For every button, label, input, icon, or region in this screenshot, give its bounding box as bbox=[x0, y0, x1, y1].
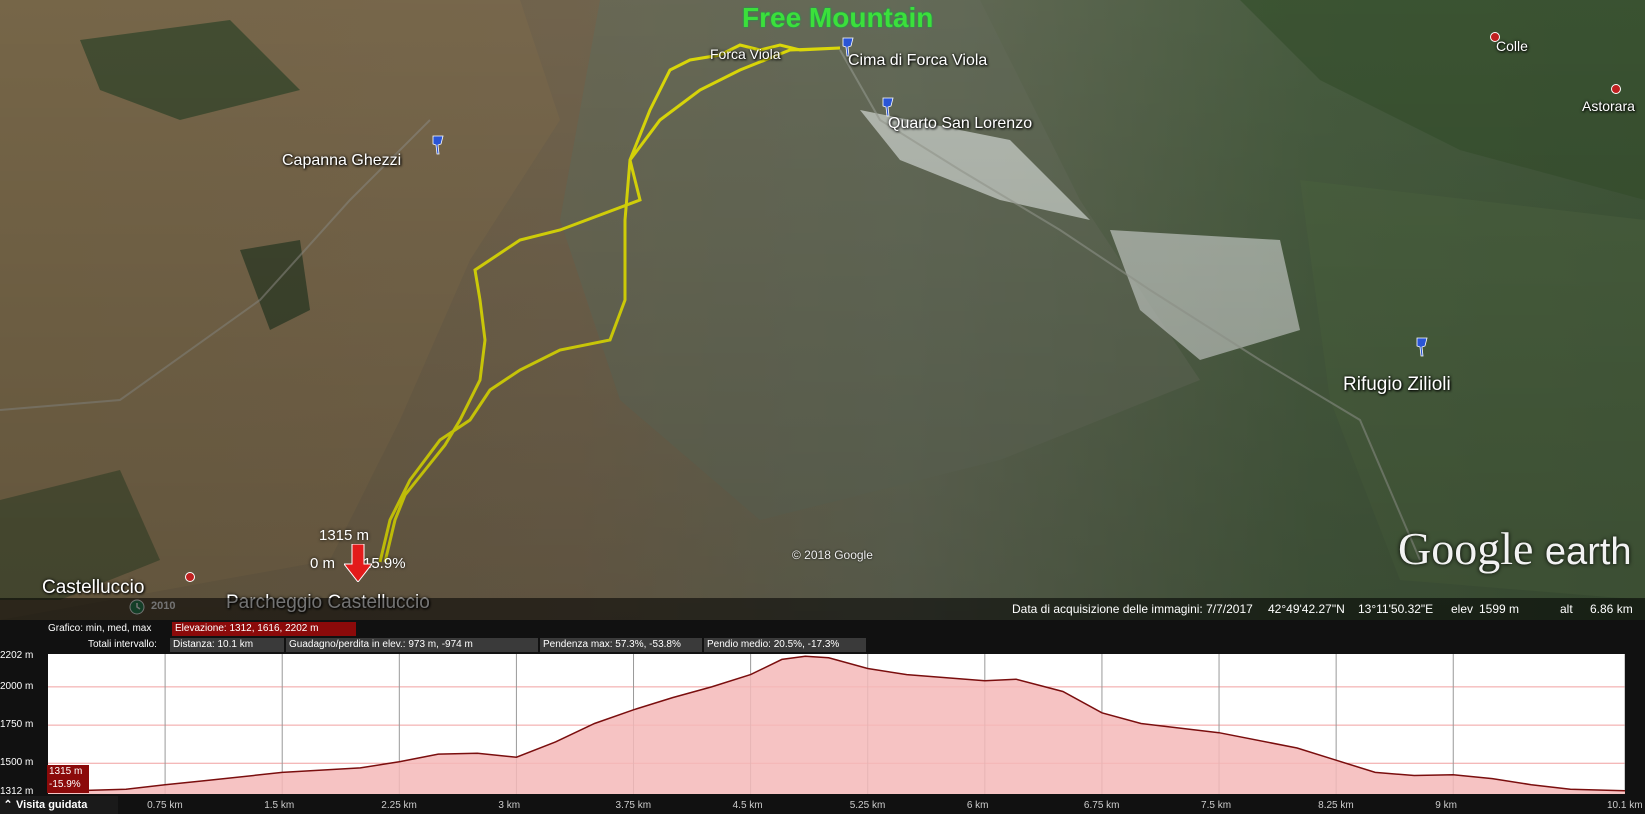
y-tick-label: 2000 m bbox=[0, 680, 34, 692]
placemark-pin-icon[interactable] bbox=[430, 134, 446, 156]
profile-stats: Grafico: min, med, max Elevazione: 1312,… bbox=[0, 620, 1645, 654]
cursor-readout: 1315 m -15.9% bbox=[47, 765, 89, 793]
elevation-chart[interactable] bbox=[48, 654, 1625, 794]
x-tick-label: 6 km bbox=[966, 800, 989, 811]
town-dot-icon bbox=[185, 572, 195, 582]
elevation-profile-panel[interactable]: Grafico: min, med, max Elevazione: 1312,… bbox=[0, 620, 1645, 814]
guided-tour-label: Visita guidata bbox=[16, 799, 88, 811]
x-tick-label: 4.5 km bbox=[732, 800, 763, 811]
label-quarto-san-lorenzo[interactable]: Quarto San Lorenzo bbox=[888, 115, 1032, 133]
cursor-slope: -15.9% bbox=[49, 779, 81, 790]
cursor-elevation: 1315 m bbox=[49, 766, 83, 777]
x-tick-label: 7.5 km bbox=[1201, 800, 1232, 811]
elevation-stats[interactable]: Elevazione: 1312, 1616, 2202 m bbox=[172, 622, 356, 636]
copyright-text: © 2018 Google bbox=[792, 548, 873, 562]
x-tick-label: 3.75 km bbox=[615, 800, 652, 811]
x-tick-label: 6.75 km bbox=[1083, 800, 1120, 811]
y-tick-label: 2202 m bbox=[0, 650, 34, 661]
label-cima-forca-viola[interactable]: Cima di Forca Viola bbox=[848, 52, 987, 70]
latitude: 42°49'42.27"N bbox=[1268, 602, 1345, 616]
label-astorara[interactable]: Astorara bbox=[1582, 98, 1635, 114]
label-capanna-ghezzi[interactable]: Capanna Ghezzi bbox=[282, 152, 401, 170]
acquisition-date: Data di acquisizione delle immagini: 7/7… bbox=[1012, 602, 1253, 616]
chevron-up-icon: ⌃ bbox=[3, 799, 13, 811]
label-forca-viola[interactable]: Forca Viola bbox=[710, 46, 781, 62]
position-arrow-icon bbox=[344, 544, 372, 582]
x-tick-label: 5.25 km bbox=[849, 800, 886, 811]
max-slope-stats[interactable]: Pendenza max: 57.3%, -53.8% bbox=[540, 638, 702, 652]
graph-label: Grafico: min, med, max bbox=[48, 623, 152, 634]
longitude: 13°11'50.32"E bbox=[1358, 602, 1434, 616]
avg-slope-stats[interactable]: Pendio medio: 20.5%, -17.3% bbox=[704, 638, 866, 652]
label-colle[interactable]: Colle bbox=[1496, 38, 1528, 54]
google-earth-logo: Google earth bbox=[1398, 522, 1632, 575]
label-castelluccio[interactable]: Castelluccio bbox=[42, 577, 144, 599]
altitude-readout: 6.86 km bbox=[1590, 602, 1633, 616]
x-tick-label: 10.1 km bbox=[1607, 800, 1643, 811]
logo-sub: earth bbox=[1544, 531, 1632, 573]
logo-main: Google bbox=[1398, 523, 1534, 574]
y-tick-label: 1500 m bbox=[0, 757, 34, 769]
totals-label: Totali intervallo: bbox=[88, 639, 157, 650]
x-tick-label: 1.5 km bbox=[264, 800, 295, 811]
map-view[interactable]: Free Mountain Forca Viola Cima di Forca … bbox=[0, 0, 1645, 620]
placemark-pin-icon[interactable] bbox=[1414, 336, 1430, 358]
y-tick-label: 1750 m bbox=[0, 719, 34, 731]
marker-distance: 0 m bbox=[310, 555, 336, 572]
x-tick-label: 8.25 km bbox=[1318, 800, 1354, 811]
town-dot-icon bbox=[1611, 84, 1621, 94]
guided-tour-button[interactable]: ⌃ Visita guidata bbox=[0, 796, 118, 814]
x-tick-label: 0.75 km bbox=[147, 800, 183, 811]
gain-loss-stats[interactable]: Guadagno/perdita in elev.: 973 m, -974 m bbox=[286, 638, 538, 652]
distance-stats[interactable]: Distanza: 10.1 km bbox=[170, 638, 284, 652]
x-tick-label: 3 km bbox=[498, 800, 521, 811]
elevation-readout: 1599 m bbox=[1479, 602, 1520, 616]
alt-label: alt bbox=[1560, 602, 1573, 616]
elev-label: elev bbox=[1451, 602, 1474, 616]
x-tick-label: 2.25 km bbox=[381, 800, 417, 811]
status-bar: Data di acquisizione delle immagini: 7/7… bbox=[0, 598, 1645, 620]
watermark-text: Free Mountain bbox=[742, 2, 934, 33]
marker-elevation: 1315 m bbox=[319, 527, 370, 544]
x-tick-label: 9 km bbox=[1435, 800, 1457, 811]
label-rifugio-zilioli[interactable]: Rifugio Zilioli bbox=[1343, 374, 1451, 396]
